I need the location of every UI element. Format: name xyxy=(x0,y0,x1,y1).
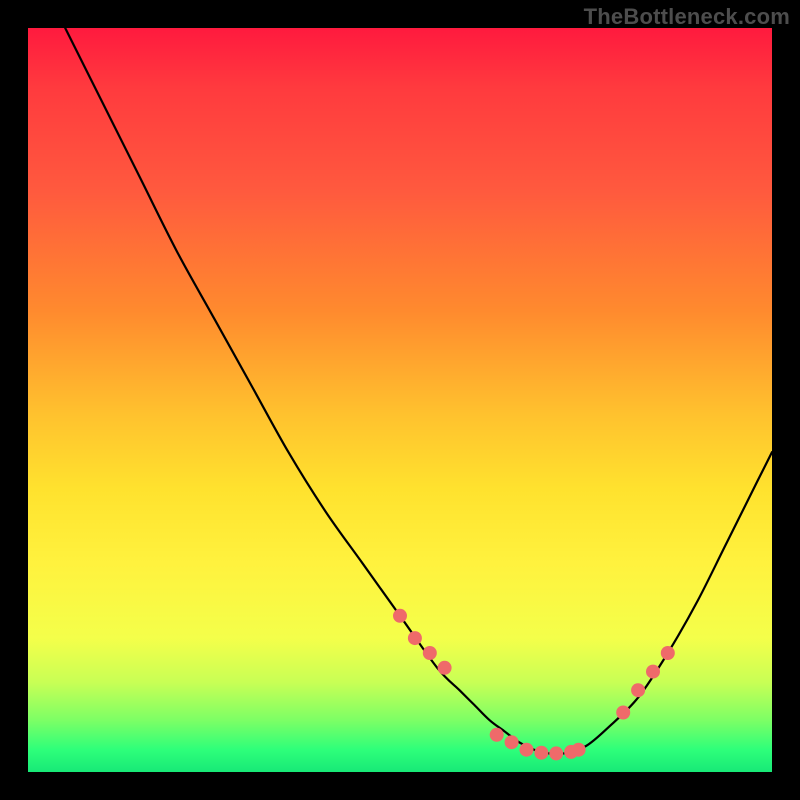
highlight-dot xyxy=(616,706,630,720)
highlight-dot xyxy=(438,661,452,675)
highlight-dot xyxy=(505,735,519,749)
curve-svg xyxy=(28,28,772,772)
highlight-dot xyxy=(661,646,675,660)
highlight-dot xyxy=(549,746,563,760)
chart-frame: TheBottleneck.com xyxy=(0,0,800,800)
highlight-dot xyxy=(631,683,645,697)
highlight-dot xyxy=(572,743,586,757)
highlight-dot xyxy=(423,646,437,660)
watermark-text: TheBottleneck.com xyxy=(584,4,790,30)
plot-area xyxy=(28,28,772,772)
highlight-dot xyxy=(408,631,422,645)
highlight-dot xyxy=(646,665,660,679)
bottleneck-curve xyxy=(65,28,772,754)
highlight-dot xyxy=(520,743,534,757)
highlight-dot xyxy=(393,609,407,623)
highlight-dot xyxy=(490,728,504,742)
highlight-dots xyxy=(393,609,675,761)
highlight-dot xyxy=(534,746,548,760)
